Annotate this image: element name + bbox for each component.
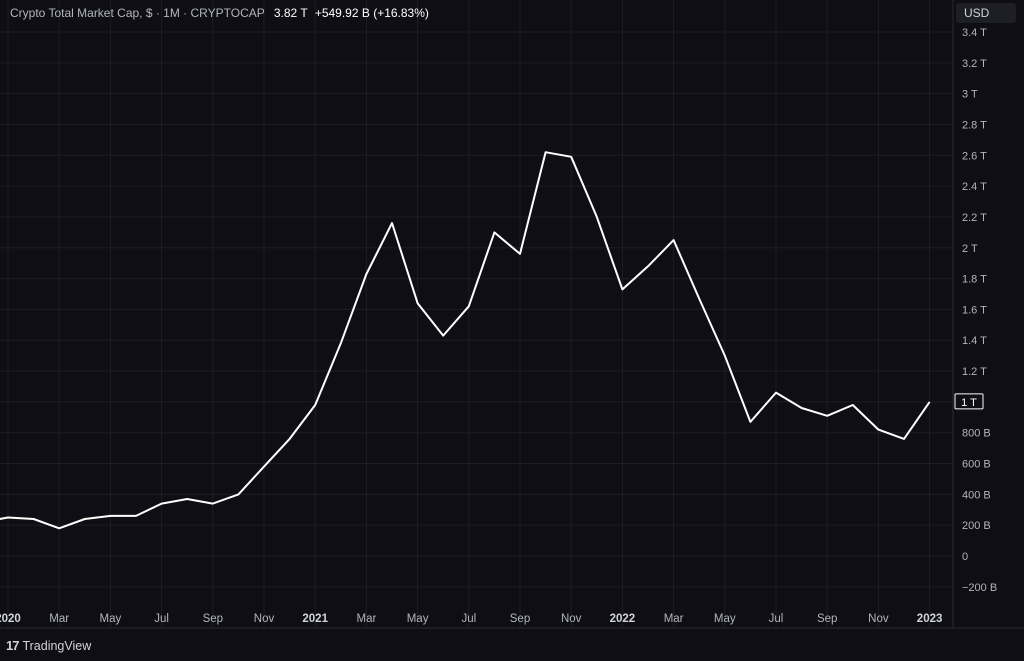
legend-last-value: 3.82 T — [274, 6, 308, 20]
x-tick-label: Nov — [254, 613, 275, 625]
gridlines — [0, 0, 1024, 628]
y-tick-label: 2.2 T — [962, 212, 987, 224]
x-tick-label: May — [714, 613, 736, 625]
y-tick-label: −200 B — [962, 582, 997, 594]
x-tick-label: May — [407, 613, 429, 625]
y-tick-label: 2 T — [962, 243, 978, 255]
price-tag-label: 1 T — [961, 397, 977, 409]
x-tick-label: 2021 — [302, 613, 328, 625]
y-tick-label: 2.6 T — [962, 150, 987, 162]
y-tick-label: 3.4 T — [962, 27, 987, 39]
tradingview-logo[interactable]: 17 TradingView — [6, 638, 91, 653]
x-tick-label: Jul — [461, 613, 476, 625]
y-tick-label: 200 B — [962, 520, 991, 532]
x-tick-label: Mar — [664, 613, 684, 625]
chart-legend: Crypto Total Market Cap, $ · 1M · CRYPTO… — [10, 6, 429, 20]
x-tick-label: 2022 — [610, 613, 636, 625]
y-tick-label: 3 T — [962, 89, 978, 101]
x-tick-label: 2020 — [0, 613, 21, 625]
y-tick-label: 0 — [962, 551, 968, 563]
x-tick-label: Mar — [356, 613, 376, 625]
y-tick-label: 1.2 T — [962, 366, 987, 378]
chart[interactable]: −200 B 0 200 B 400 B 600 B 800 B 1.2 T 1.4 T 1.6… — [0, 0, 1024, 656]
x-tick-label: Sep — [203, 613, 223, 625]
x-tick-label: May — [100, 613, 122, 625]
y-tick-label: 600 B — [962, 459, 991, 471]
x-tick-label: Sep — [817, 613, 837, 625]
y-tick-label: 1.4 T — [962, 335, 987, 347]
x-tick-label: Jul — [154, 613, 169, 625]
legend-change: +549.92 B (+16.83%) — [315, 6, 429, 20]
x-axis: 2020 Mar May Jul Sep Nov 2021 Mar May Jul Sep Nov 20… — [0, 613, 942, 625]
price-tag-group: 1 T — [955, 394, 983, 409]
x-tick-label: Nov — [868, 613, 889, 625]
brand-label: TradingView — [22, 639, 91, 653]
y-tick-label: 1.6 T — [962, 304, 987, 316]
x-tick-label: Nov — [561, 613, 582, 625]
y-tick-label: 2.4 T — [962, 181, 987, 193]
tradingview-icon: 17 — [6, 638, 18, 653]
x-tick-label: Sep — [510, 613, 530, 625]
chart-svg: −200 B 0 200 B 400 B 600 B 800 B 1.2 T 1.4 T 1.6… — [0, 0, 1024, 656]
y-tick-label: 2.8 T — [962, 119, 987, 131]
y-tick-label: 1.8 T — [962, 274, 987, 286]
legend-title: Crypto Total Market Cap, $ · 1M · CRYPTO… — [10, 6, 265, 20]
currency-button[interactable]: USD — [956, 3, 1016, 23]
x-tick-label: 2023 — [917, 613, 943, 625]
x-tick-label: Jul — [769, 613, 784, 625]
y-tick-label: 800 B — [962, 428, 991, 440]
y-axis: −200 B 0 200 B 400 B 600 B 800 B 1.2 T 1.4 T 1.6… — [962, 27, 997, 594]
y-tick-label: 400 B — [962, 489, 991, 501]
x-tick-label: Mar — [49, 613, 69, 625]
y-tick-label: 3.2 T — [962, 58, 987, 70]
